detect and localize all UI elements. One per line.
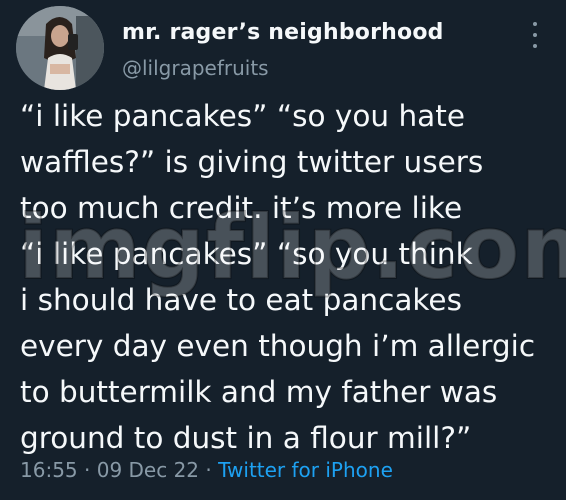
more-dot	[533, 33, 537, 37]
author-handle[interactable]: @lilgrapefruits	[122, 56, 269, 80]
avatar-image	[16, 6, 104, 90]
author-display-name[interactable]: mr. rager’s neighborhood	[122, 20, 444, 45]
avatar[interactable]	[16, 6, 104, 90]
tweet-source-link[interactable]: Twitter for iPhone	[218, 458, 393, 482]
tweet-card: mr. rager’s neighborhood @lilgrapefruits…	[0, 0, 566, 500]
tweet-metadata: 16:55 · 09 Dec 22 · Twitter for iPhone	[20, 458, 393, 482]
more-dot	[533, 22, 537, 26]
meta-separator: ·	[205, 458, 212, 482]
tweet-text: “i like pancakes” “so you hate waffles?”…	[20, 99, 536, 455]
more-dot	[533, 44, 537, 48]
tweet-header: mr. rager’s neighborhood @lilgrapefruits	[16, 6, 550, 90]
more-vertical-icon[interactable]	[528, 20, 542, 50]
tweet-date[interactable]: 09 Dec 22	[97, 458, 199, 482]
meta-separator: ·	[84, 458, 91, 482]
tweet-time[interactable]: 16:55	[20, 458, 78, 482]
